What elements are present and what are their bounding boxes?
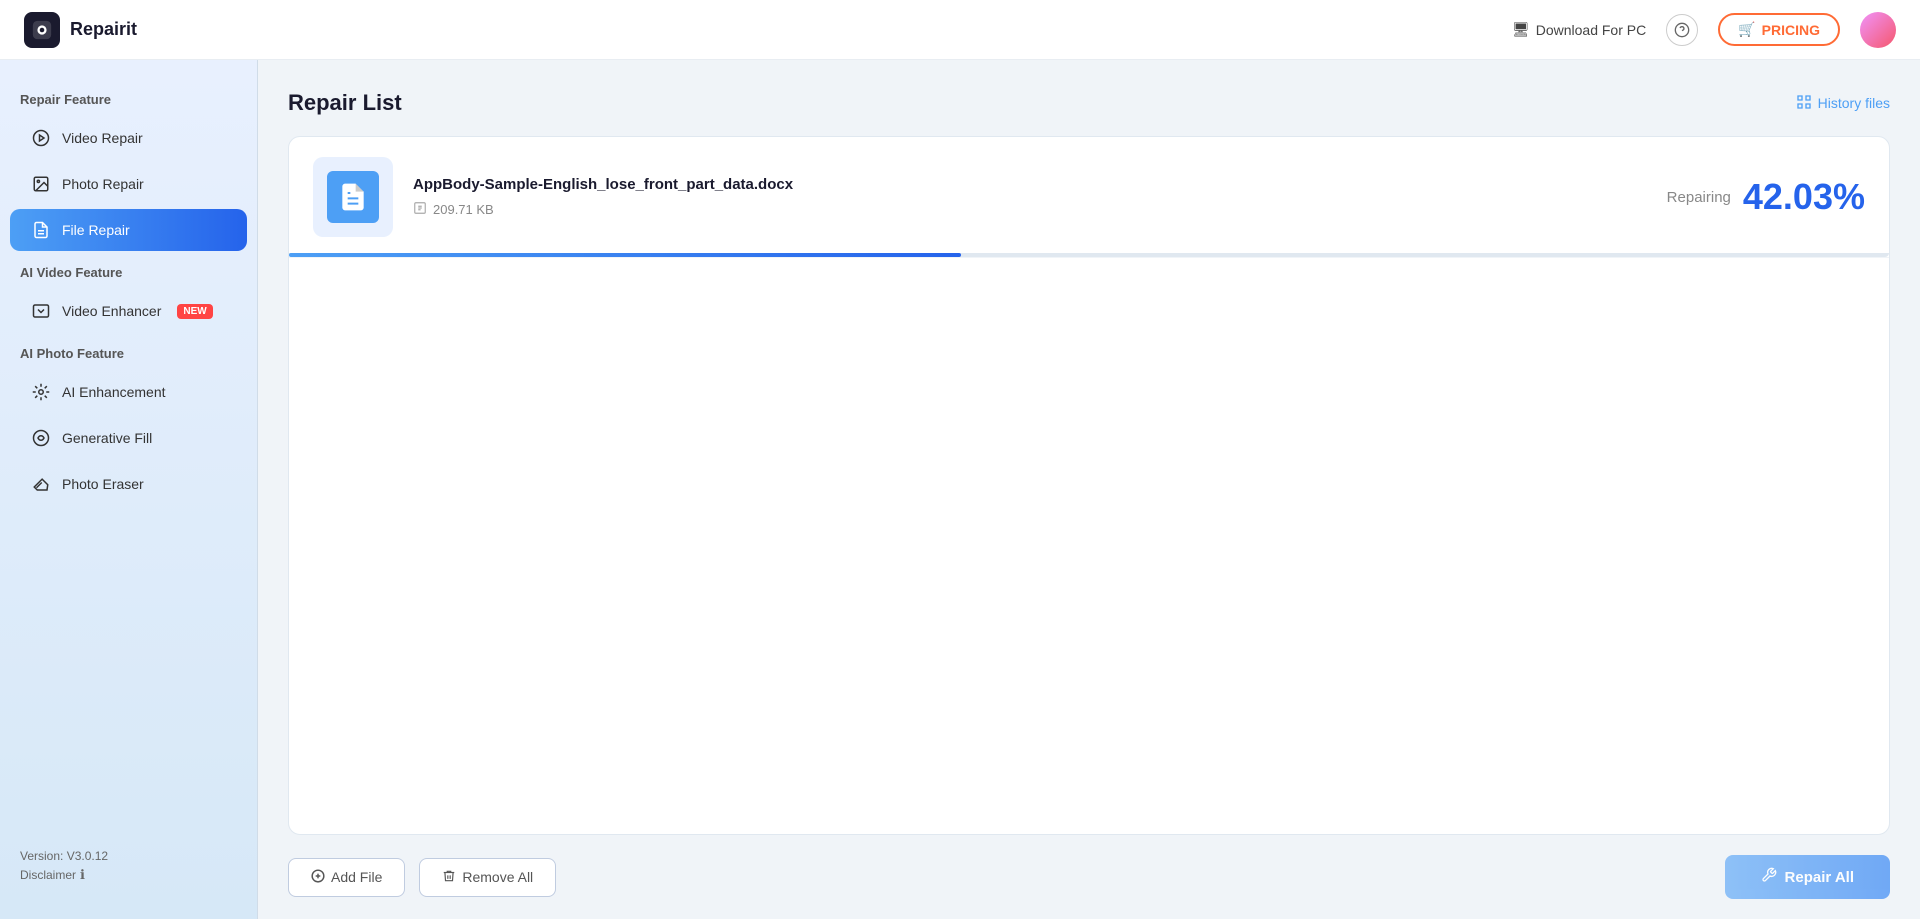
new-badge: NEW [177,304,212,319]
disclaimer-label: Disclaimer [20,868,76,882]
file-repair-icon [30,219,52,241]
table-row: AppBody-Sample-English_lose_front_part_d… [289,137,1889,258]
version-text: Version: V3.0.12 [20,849,237,863]
sidebar-item-ai-enhancement[interactable]: AI Enhancement [10,371,247,413]
sidebar-item-video-repair-label: Video Repair [62,130,143,146]
sidebar-item-generative-fill-label: Generative Fill [62,430,152,446]
history-icon [1796,94,1812,113]
repairing-label: Repairing [1667,189,1731,206]
file-icon [327,171,379,223]
history-files-link[interactable]: History files [1796,94,1890,113]
main-layout: Repair Feature Video Repair Photo Repair [0,60,1920,919]
app-name: Repairit [70,19,137,40]
generative-fill-icon [30,427,52,449]
file-size: 209.71 KB [433,202,494,217]
bottom-bar: Add File Remove All [288,855,1890,899]
cart-icon: 🛒 [1738,21,1755,38]
sidebar-item-photo-eraser-label: Photo Eraser [62,476,144,492]
remove-all-label: Remove All [462,869,533,885]
file-icon-wrapper [313,157,393,237]
remove-all-button[interactable]: Remove All [419,858,556,897]
sidebar-item-photo-repair[interactable]: Photo Repair [10,163,247,205]
sidebar: Repair Feature Video Repair Photo Repair [0,60,258,919]
download-link[interactable]: 🖥 Download For PC [1512,21,1646,38]
repair-all-button[interactable]: Repair All [1725,855,1890,899]
repair-all-label: Repair All [1785,869,1854,886]
add-file-label: Add File [331,869,382,885]
file-info: AppBody-Sample-English_lose_front_part_d… [413,176,1667,218]
content-area: Repair List History files [258,60,1920,919]
user-avatar[interactable] [1860,12,1896,48]
add-icon [311,869,325,886]
repair-status: Repairing 42.03% [1667,176,1865,218]
info-icon: ℹ [80,867,85,883]
sidebar-item-photo-repair-label: Photo Repair [62,176,144,192]
trash-icon [442,869,456,886]
sidebar-item-generative-fill[interactable]: Generative Fill [10,417,247,459]
repair-percent: 42.03% [1743,176,1865,218]
logo-area: Repairit [24,12,274,48]
sidebar-item-video-enhancer-label: Video Enhancer [62,303,161,319]
history-files-label: History files [1818,95,1890,111]
sidebar-section-ai-video: AI Video Feature [0,253,257,288]
monitor-icon: 🖥 [1512,21,1530,38]
sidebar-bottom: Version: V3.0.12 Disclaimer ℹ [0,833,257,899]
topbar-right: 🖥 Download For PC 🛒 PRICING [1512,12,1896,48]
sidebar-item-ai-enhancement-label: AI Enhancement [62,384,166,400]
pricing-button[interactable]: 🛒 PRICING [1718,13,1840,46]
add-file-button[interactable]: Add File [288,858,405,897]
ai-enhancement-icon [30,381,52,403]
content-header: Repair List History files [288,90,1890,116]
wrench-icon [1761,867,1777,887]
sidebar-item-video-repair[interactable]: Video Repair [10,117,247,159]
progress-bar-container [289,253,1889,257]
topbar: Repairit 🖥 Download For PC 🛒 PRICING [0,0,1920,60]
photo-eraser-icon [30,473,52,495]
help-icon[interactable] [1666,14,1698,46]
sidebar-item-file-repair[interactable]: File Repair [10,209,247,251]
file-size-icon [413,201,427,218]
sidebar-item-file-repair-label: File Repair [62,222,130,238]
app-logo-icon [24,12,60,48]
file-meta: 209.71 KB [413,201,1667,218]
disclaimer-link[interactable]: Disclaimer ℹ [20,867,237,883]
file-name: AppBody-Sample-English_lose_front_part_d… [413,176,1667,193]
repair-list: AppBody-Sample-English_lose_front_part_d… [288,136,1890,835]
video-repair-icon [30,127,52,149]
page-title: Repair List [288,90,402,116]
sidebar-section-ai-photo: AI Photo Feature [0,334,257,369]
progress-bar-fill [289,253,961,257]
video-enhancer-icon [30,300,52,322]
sidebar-item-photo-eraser[interactable]: Photo Eraser [10,463,247,505]
sidebar-item-video-enhancer[interactable]: Video Enhancer NEW [10,290,247,332]
sidebar-section-repair: Repair Feature [0,80,257,115]
photo-repair-icon [30,173,52,195]
